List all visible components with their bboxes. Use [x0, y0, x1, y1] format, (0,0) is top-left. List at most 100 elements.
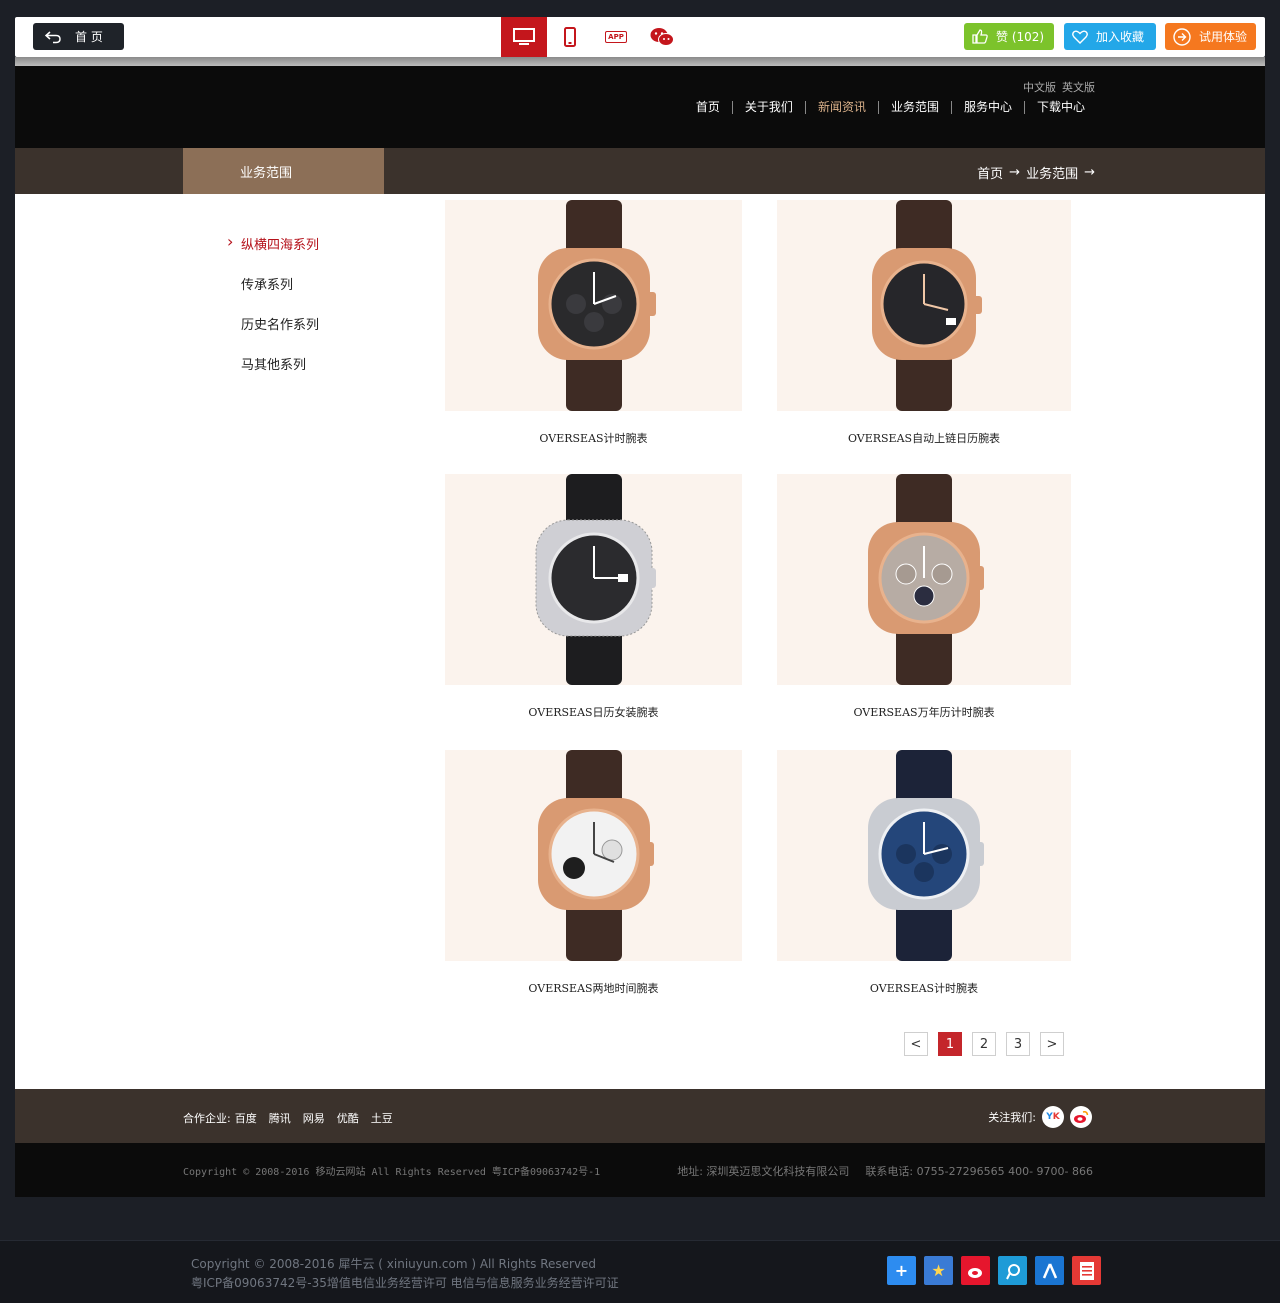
- breadcrumb: 首页 → 业务范围 →: [977, 163, 1095, 182]
- wechat-view-button[interactable]: [639, 17, 685, 57]
- main-content: 纵横四海系列 传承系列 历史名作系列 马其他系列 OVERSEAS计时腕表: [15, 194, 1265, 1089]
- nav-home[interactable]: 首页: [684, 101, 732, 114]
- section-title: 业务范围: [183, 148, 384, 194]
- nav-about[interactable]: 关于我们: [731, 101, 805, 114]
- watch-image: [872, 200, 982, 411]
- product-image[interactable]: [777, 200, 1071, 411]
- pagination: < 1 2 3 >: [904, 1032, 1064, 1056]
- breadcrumb-home[interactable]: 首页: [977, 163, 1003, 182]
- like-button[interactable]: 赞 (102): [964, 23, 1054, 50]
- category-item[interactable]: 传承系列: [241, 274, 319, 314]
- platform-copyright: Copyright © 2008-2016 犀牛云 ( xiniuyun.com…: [191, 1255, 619, 1293]
- wechat-icon: [650, 28, 674, 46]
- arrow-circle-icon: [1173, 27, 1191, 46]
- product-card[interactable]: OVERSEAS计时腕表: [777, 750, 1071, 996]
- product-card[interactable]: OVERSEAS计时腕表: [445, 200, 742, 446]
- mobile-view-button[interactable]: [547, 17, 593, 57]
- language-switch: 中文版 英文版: [1023, 79, 1095, 95]
- home-button-label: 首 页: [75, 30, 103, 44]
- platform-copyright-line: Copyright © 2008-2016 犀牛云 ( xiniuyun.com…: [191, 1257, 597, 1271]
- lang-chinese-link[interactable]: 中文版: [1023, 79, 1056, 95]
- partner-link[interactable]: 腾讯: [269, 1110, 291, 1126]
- product-image[interactable]: [777, 474, 1071, 685]
- page-button[interactable]: 1: [938, 1032, 962, 1056]
- product-name[interactable]: OVERSEAS计时腕表: [777, 980, 1071, 996]
- share-document-icon[interactable]: [1072, 1256, 1101, 1285]
- product-image[interactable]: [445, 200, 742, 411]
- thumbs-up-icon: [972, 29, 988, 44]
- trial-button-label: 试用体验: [1199, 30, 1248, 44]
- product-name[interactable]: OVERSEAS两地时间腕表: [445, 980, 742, 996]
- watch-image: [535, 474, 656, 685]
- watch-image: [868, 474, 984, 685]
- next-page-button[interactable]: >: [1040, 1032, 1064, 1056]
- partners-label: 合作企业:: [183, 1112, 231, 1125]
- breadcrumb-current[interactable]: 业务范围: [1026, 163, 1078, 182]
- platform-license-line: 粤ICP备09063742号-35增值电信业务经营许可 电信与信息服务业务经营许…: [191, 1276, 619, 1290]
- partner-link[interactable]: 优酷: [337, 1110, 359, 1126]
- youku-icon[interactable]: YK: [1042, 1106, 1064, 1128]
- app-badge-icon: APP: [605, 31, 627, 43]
- share-weibo-icon[interactable]: [961, 1256, 990, 1285]
- product-image[interactable]: [445, 474, 742, 685]
- partner-link[interactable]: 土豆: [371, 1110, 393, 1126]
- desktop-view-button[interactable]: [501, 17, 547, 64]
- site-copyright: Copyright © 2008-2016 移动云网站 All Rights R…: [183, 1167, 601, 1178]
- partner-list: 合作企业: 百度 腾讯 网易 优酷 土豆: [183, 1110, 393, 1126]
- product-card[interactable]: OVERSEAS万年历计时腕表: [777, 474, 1071, 720]
- product-name[interactable]: OVERSEAS计时腕表: [445, 430, 742, 446]
- favorite-button[interactable]: 加入收藏: [1064, 23, 1156, 50]
- nav-news[interactable]: 新闻资讯: [804, 101, 878, 114]
- product-name[interactable]: OVERSEAS万年历计时腕表: [777, 704, 1071, 720]
- watch-image: [537, 750, 654, 961]
- toolbar-shadow: [15, 57, 1265, 66]
- footer-links: 合作企业: 百度 腾讯 网易 优酷 土豆 关注我们: YK: [15, 1089, 1265, 1143]
- prev-page-button[interactable]: <: [904, 1032, 928, 1056]
- home-button[interactable]: 首 页: [33, 23, 124, 50]
- device-switcher: APP: [501, 17, 685, 64]
- share-qzone-icon[interactable]: ★: [924, 1256, 953, 1285]
- lang-english-link[interactable]: 英文版: [1062, 79, 1095, 95]
- section-bar: 业务范围 首页 → 业务范围 →: [15, 148, 1265, 194]
- product-image[interactable]: [445, 750, 742, 961]
- weibo-icon[interactable]: [1070, 1106, 1092, 1128]
- partner-link[interactable]: 百度: [235, 1110, 257, 1126]
- page-button[interactable]: 3: [1006, 1032, 1030, 1056]
- share-tencent-weibo-icon[interactable]: [998, 1256, 1027, 1285]
- follow-label: 关注我们:: [988, 1111, 1036, 1124]
- category-item[interactable]: 纵横四海系列: [227, 232, 319, 274]
- category-item[interactable]: 历史名作系列: [241, 314, 319, 354]
- follow-us: 关注我们: YK: [988, 1106, 1092, 1128]
- nav-business[interactable]: 业务范围: [877, 101, 951, 114]
- address-text: 地址: 深圳英迈思文化科技有限公司: [677, 1165, 850, 1178]
- watch-image: [868, 750, 984, 961]
- main-nav: 首页 关于我们 新闻资讯 业务范围 服务中心 下载中心: [684, 101, 1097, 114]
- trial-button[interactable]: 试用体验: [1165, 23, 1256, 50]
- footer-info: Copyright © 2008-2016 移动云网站 All Rights R…: [15, 1143, 1265, 1197]
- like-button-label: 赞 (102): [996, 30, 1045, 44]
- product-card[interactable]: OVERSEAS两地时间腕表: [445, 750, 742, 996]
- product-name[interactable]: OVERSEAS自动上链日历腕表: [777, 430, 1071, 446]
- app-view-button[interactable]: APP: [593, 17, 639, 57]
- partner-link[interactable]: 网易: [303, 1110, 325, 1126]
- product-card[interactable]: OVERSEAS自动上链日历腕表: [777, 200, 1071, 446]
- product-image[interactable]: [777, 750, 1071, 961]
- nav-download[interactable]: 下载中心: [1023, 101, 1097, 114]
- share-plus-icon[interactable]: +: [887, 1256, 916, 1285]
- monitor-icon: [513, 28, 535, 45]
- phone-text: 联系电话: 0755-27296565 400- 9700- 866: [865, 1165, 1093, 1178]
- category-item[interactable]: 马其他系列: [241, 354, 319, 394]
- site-header: 中文版 英文版 首页 关于我们 新闻资讯 业务范围 服务中心 下载中心: [15, 66, 1265, 148]
- product-card[interactable]: OVERSEAS日历女装腕表: [445, 474, 742, 720]
- product-name[interactable]: OVERSEAS日历女装腕表: [445, 704, 742, 720]
- contact-info: 地址: 深圳英迈思文化科技有限公司 联系电话: 0755-27296565 40…: [677, 1163, 1093, 1179]
- category-list: 纵横四海系列 传承系列 历史名作系列 马其他系列: [227, 232, 319, 394]
- watch-image: [537, 200, 656, 411]
- preview-toolbar: 首 页 APP 赞 (102) 加入收藏 试用体验: [15, 17, 1265, 64]
- page-button[interactable]: 2: [972, 1032, 996, 1056]
- share-renren-icon[interactable]: [1035, 1256, 1064, 1285]
- nav-service[interactable]: 服务中心: [950, 101, 1024, 114]
- share-bar: + ★: [887, 1256, 1101, 1285]
- phone-icon: [564, 27, 576, 47]
- favorite-button-label: 加入收藏: [1096, 30, 1145, 44]
